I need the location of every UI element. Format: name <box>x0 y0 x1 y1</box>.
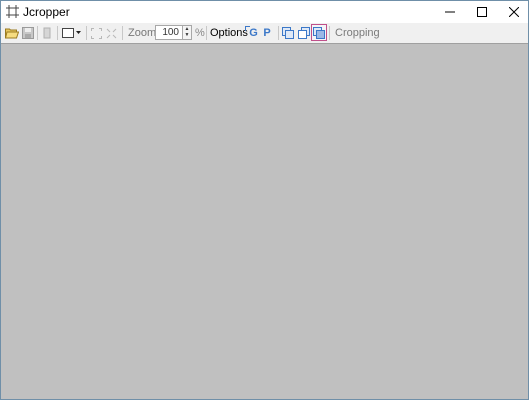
app-window: Jcropper Zoom: 100 ▲ ▼ % Options G P Cro… <box>0 0 529 400</box>
crop-mode-button[interactable] <box>311 24 327 41</box>
options-button[interactable]: Options <box>210 26 248 40</box>
fit-button[interactable] <box>89 25 103 41</box>
save-disk-icon <box>22 27 34 39</box>
shape-dropdown[interactable] <box>61 25 83 41</box>
maximize-button[interactable] <box>466 1 498 23</box>
zoom-unit: % <box>195 27 205 39</box>
spin-down-icon[interactable]: ▼ <box>183 32 191 38</box>
p-label: P <box>263 27 271 39</box>
zoom-spinner[interactable]: ▲ ▼ <box>183 25 192 40</box>
g-label: G <box>249 27 258 39</box>
open-button[interactable] <box>4 25 20 41</box>
close-button[interactable] <box>498 1 529 23</box>
jcropper-app-icon <box>6 5 19 18</box>
paste-icon <box>298 27 310 39</box>
maximize-icon <box>477 7 487 17</box>
p-button[interactable]: P <box>261 25 273 41</box>
open-folder-icon <box>5 28 19 39</box>
save-button[interactable] <box>20 25 36 41</box>
minimize-icon <box>445 11 455 13</box>
zoom-input[interactable] <box>155 25 183 40</box>
fit-to-window-icon <box>90 27 102 39</box>
window-title: Jcropper <box>23 5 70 19</box>
toolbar-separator <box>278 26 279 40</box>
rectangle-dropdown-icon <box>62 28 81 38</box>
minimize-button[interactable] <box>434 1 466 23</box>
main-toolbar: Zoom: ▲ ▼ % Options G P <box>1 23 528 42</box>
copy-button[interactable] <box>281 25 295 41</box>
toolbar-separator <box>57 26 58 40</box>
g-button[interactable]: G <box>245 25 259 41</box>
delete-button[interactable] <box>40 25 54 41</box>
mode-status: Cropping <box>335 27 380 39</box>
actual-size-button[interactable] <box>104 25 118 41</box>
close-icon <box>509 7 519 17</box>
image-canvas-area[interactable] <box>1 43 528 399</box>
toolbar-separator <box>206 26 207 40</box>
toolbar-separator <box>37 26 38 40</box>
paste-button[interactable] <box>297 25 311 41</box>
toolbar-separator <box>329 26 330 40</box>
trash-icon <box>43 27 51 39</box>
crop-stack-icon <box>313 26 325 39</box>
actual-size-icon <box>106 28 116 38</box>
toolbar-separator <box>122 26 123 40</box>
toolbar-separator <box>86 26 87 40</box>
title-bar: Jcropper <box>1 1 528 23</box>
grid-corner-icon <box>245 26 250 31</box>
copy-icon <box>282 27 294 39</box>
